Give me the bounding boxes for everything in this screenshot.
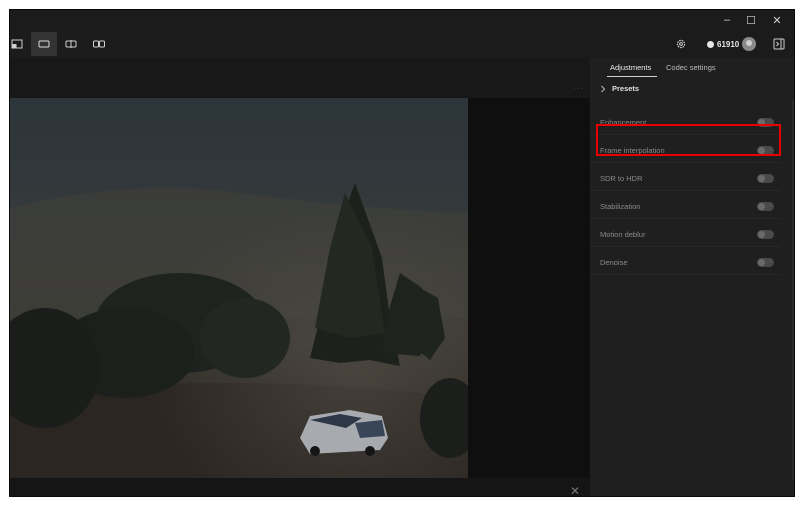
credits-coin-icon bbox=[707, 40, 714, 48]
preview-header: ··· bbox=[10, 58, 590, 98]
title-bar: – ☐ ✕ bbox=[10, 10, 794, 30]
crop-view-button[interactable] bbox=[10, 32, 30, 56]
adjustment-row-enhancement: Enhancement bbox=[590, 112, 780, 135]
adjustment-row-frame-interpolation: Frame interpolation bbox=[590, 140, 780, 163]
sdr-to-hdr-toggle[interactable] bbox=[757, 174, 774, 183]
single-view-icon bbox=[38, 40, 50, 48]
enhancement-toggle[interactable] bbox=[757, 118, 774, 127]
tab-codec-settings[interactable]: Codec settings bbox=[666, 63, 716, 72]
presets-label: Presets bbox=[612, 84, 640, 93]
settings-gear-icon bbox=[676, 39, 686, 49]
credits-badge[interactable]: 61910 bbox=[703, 35, 743, 53]
motion-deblur-toggle[interactable] bbox=[757, 230, 774, 239]
presets-toggle[interactable]: Presets bbox=[600, 84, 639, 93]
adjustment-row-sdr-to-hdr: SDR to HDR bbox=[590, 168, 780, 191]
adjustment-label: Frame interpolation bbox=[600, 146, 665, 155]
adjustment-label: Stabilization bbox=[600, 202, 641, 211]
tab-adjustments[interactable]: Adjustments bbox=[610, 63, 651, 72]
toggle-knob bbox=[758, 119, 765, 126]
toggle-knob bbox=[758, 175, 765, 182]
preview-area: ··· ✕ bbox=[10, 58, 590, 496]
frame-interpolation-toggle[interactable] bbox=[757, 146, 774, 155]
panel-toggle-button[interactable] bbox=[766, 32, 792, 56]
split-view-button[interactable] bbox=[58, 32, 84, 56]
maximize-icon: ☐ bbox=[746, 14, 756, 27]
adjustment-label: Enhancement bbox=[600, 118, 647, 127]
denoise-toggle[interactable] bbox=[757, 258, 774, 267]
adjustment-label: Motion deblur bbox=[600, 230, 646, 239]
toolbar: 61910 bbox=[10, 30, 794, 58]
toggle-knob bbox=[758, 203, 765, 210]
toggle-knob bbox=[758, 147, 765, 154]
maximize-button[interactable]: ☐ bbox=[737, 10, 765, 30]
panel-scrollbar[interactable] bbox=[792, 100, 794, 480]
chevron-right-icon bbox=[601, 85, 606, 92]
adjustment-row-denoise: Denoise bbox=[590, 252, 780, 275]
adjustments-panel: Adjustments Codec settings Presets Enhan… bbox=[590, 58, 794, 496]
video-preview[interactable] bbox=[10, 98, 468, 478]
settings-button[interactable] bbox=[668, 32, 694, 56]
single-view-button[interactable] bbox=[31, 32, 57, 56]
adjustment-row-motion-deblur: Motion deblur bbox=[590, 224, 780, 247]
toggle-knob bbox=[758, 259, 765, 266]
crop-view-icon bbox=[11, 39, 23, 49]
side-by-side-view-button[interactable] bbox=[86, 32, 112, 56]
app-window: – ☐ ✕ 61910 ··· ✕ Adjustments Codec sett… bbox=[9, 9, 795, 497]
panel-toggle-icon bbox=[773, 38, 785, 50]
stabilization-toggle[interactable] bbox=[757, 202, 774, 211]
video-frame-scene bbox=[10, 98, 468, 478]
side-by-side-view-icon bbox=[93, 40, 105, 48]
adjustment-label: Denoise bbox=[600, 258, 628, 267]
user-avatar-icon[interactable] bbox=[742, 37, 756, 51]
split-view-icon bbox=[65, 40, 77, 48]
adjustment-label: SDR to HDR bbox=[600, 174, 643, 183]
close-window-button[interactable]: ✕ bbox=[763, 10, 791, 30]
more-options-icon[interactable]: ··· bbox=[573, 84, 584, 93]
adjustment-row-stabilization: Stabilization bbox=[590, 196, 780, 219]
minimize-icon: – bbox=[723, 14, 731, 26]
close-icon: ✕ bbox=[772, 14, 782, 27]
close-preview-icon[interactable]: ✕ bbox=[570, 484, 580, 496]
credits-count: 61910 bbox=[717, 39, 740, 49]
active-tab-indicator bbox=[607, 76, 657, 77]
letterbox-area bbox=[468, 98, 590, 478]
toggle-knob bbox=[758, 231, 765, 238]
